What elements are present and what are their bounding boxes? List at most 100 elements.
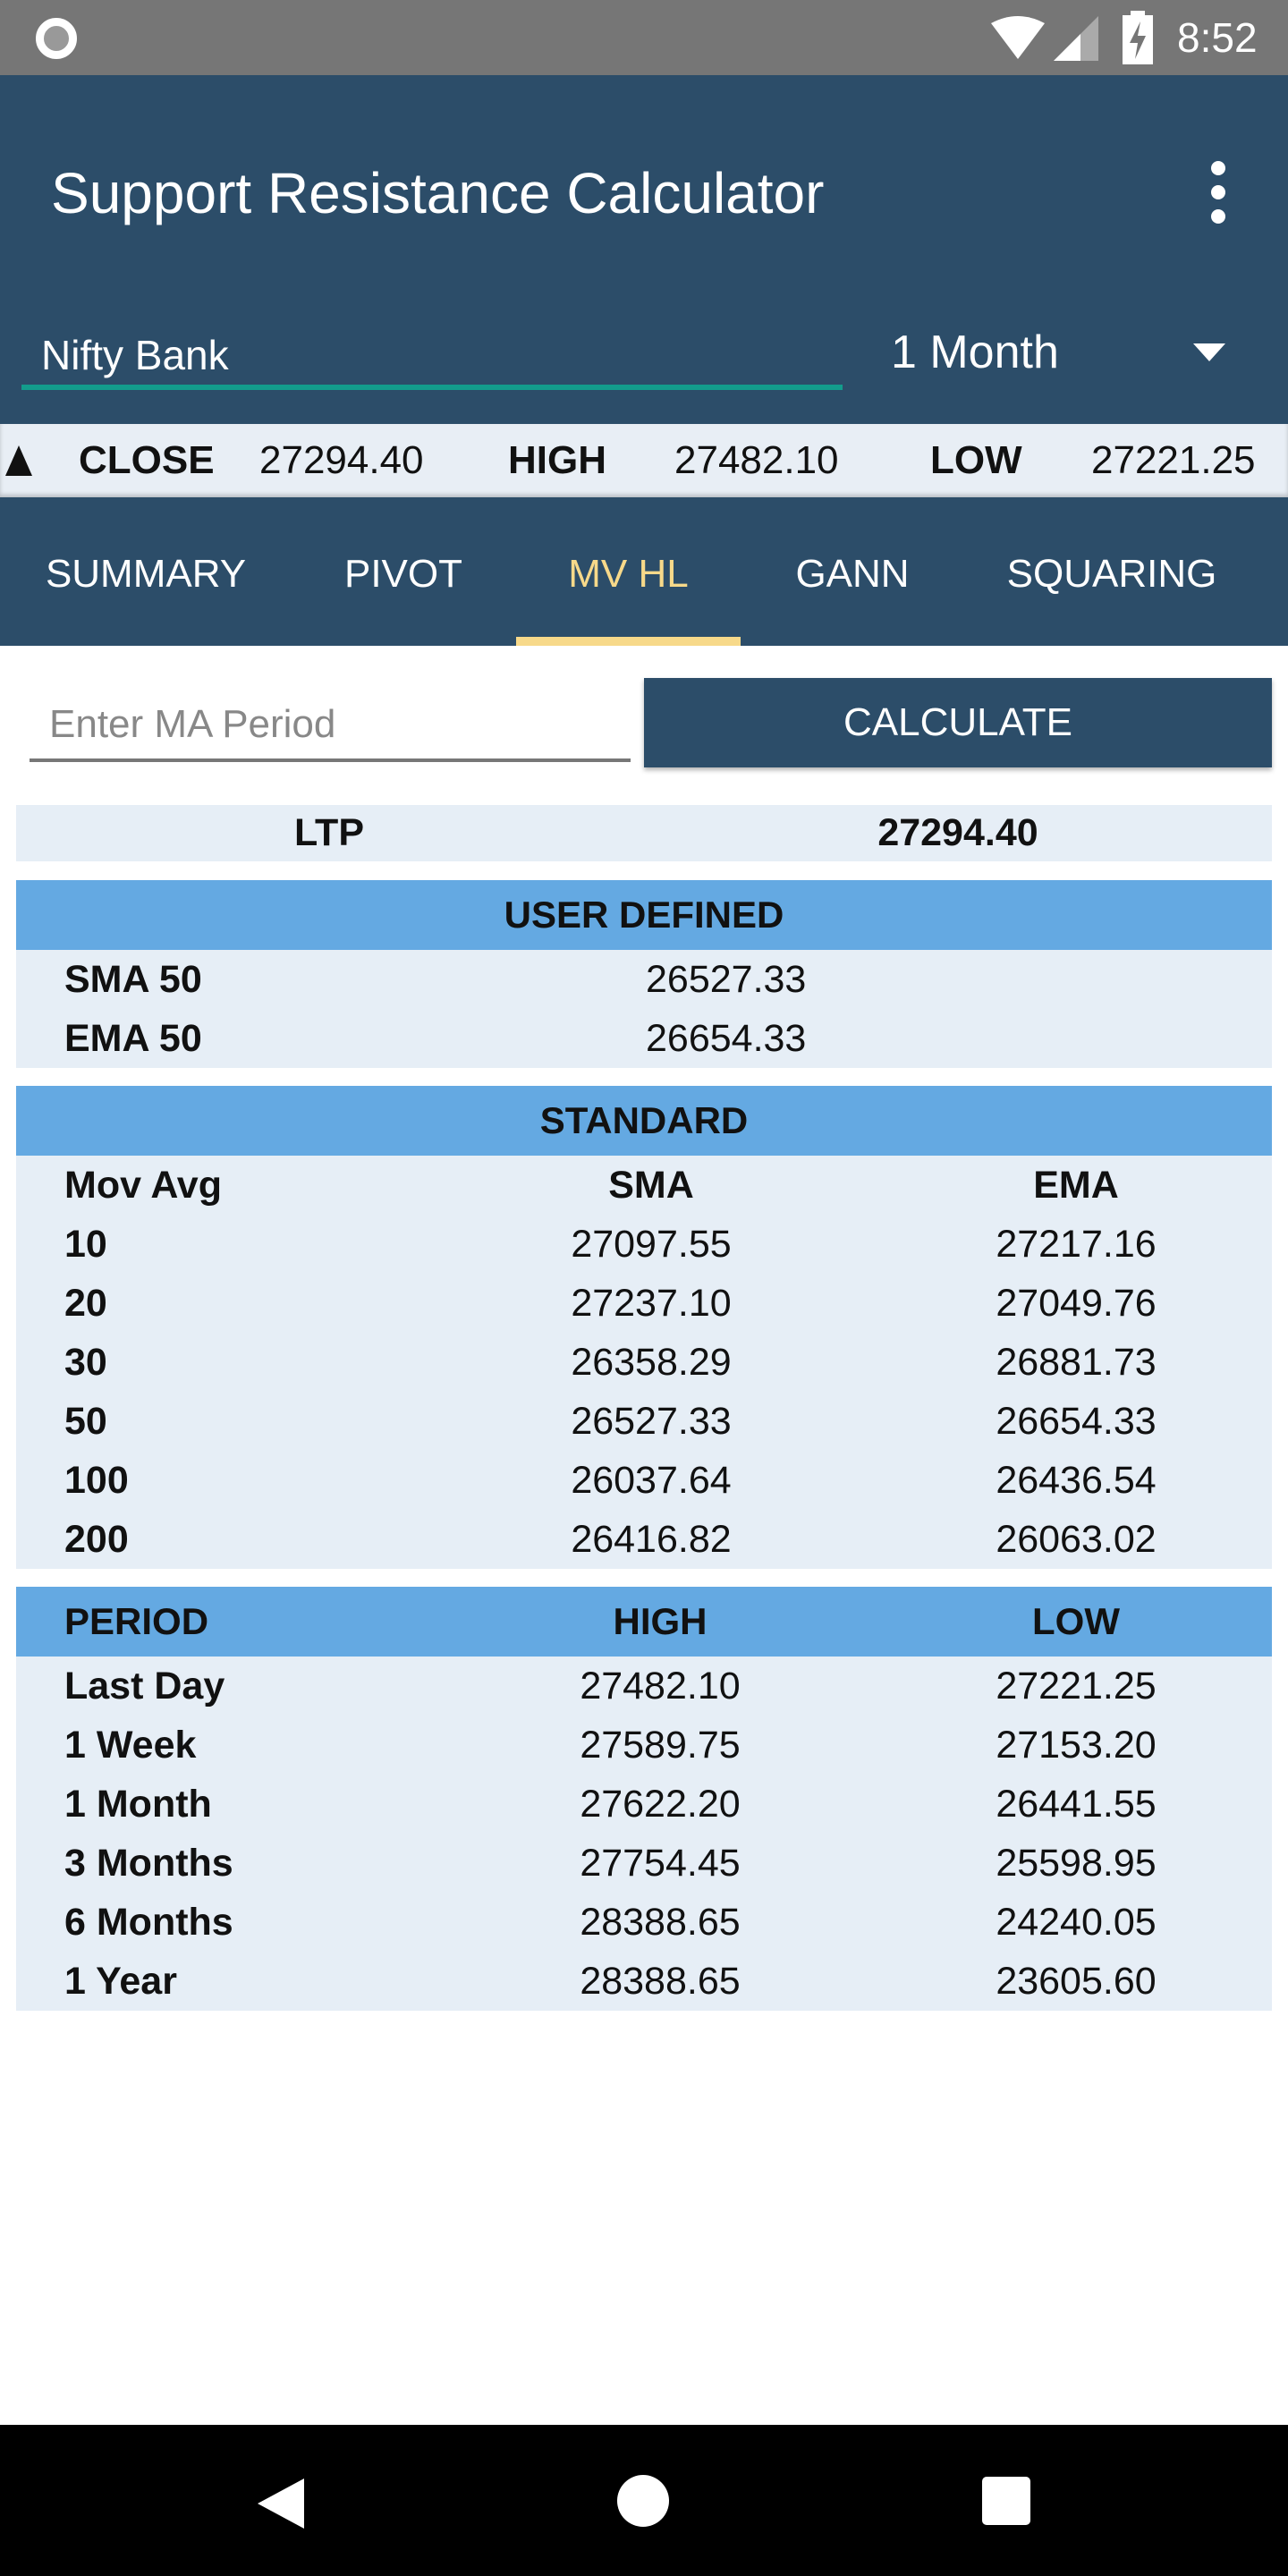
wifi-icon — [991, 16, 1045, 59]
high-value: 27482.10 — [674, 438, 839, 482]
cell-value: 26441.55 — [996, 1783, 1157, 1826]
row-label: 3 Months — [64, 1842, 233, 1885]
cell-value: 27217.16 — [996, 1223, 1157, 1266]
table-row: 50 26527.33 26654.33 — [16, 1392, 1272, 1451]
battery-charging-icon — [1123, 11, 1153, 64]
cell-value: 27221.25 — [996, 1665, 1157, 1707]
tab-squaring[interactable]: SQUARING — [948, 497, 1275, 646]
table-row: 1 Month 27622.20 26441.55 — [16, 1775, 1272, 1834]
cell-value: 27153.20 — [996, 1724, 1157, 1767]
cell-value: 27097.55 — [571, 1223, 732, 1266]
ma-period-input[interactable]: Enter MA Period — [30, 687, 631, 762]
back-icon[interactable] — [258, 2479, 304, 2529]
cell-value: 24240.05 — [996, 1901, 1157, 1944]
home-icon[interactable] — [617, 2475, 669, 2527]
period-dropdown[interactable]: 1 Month — [877, 317, 1252, 388]
table-row: 100 26037.64 26436.54 — [16, 1451, 1272, 1510]
column-header: HIGH — [613, 1600, 708, 1642]
recents-icon[interactable] — [982, 2477, 1030, 2525]
table-row: 20 27237.10 27049.76 — [16, 1274, 1272, 1333]
ma-period-placeholder: Enter MA Period — [49, 702, 336, 746]
standard-table: Mov Avg SMA EMA 10 27097.55 27217.16 20 27237.… — [16, 1156, 1272, 1569]
cell-value: 26358.29 — [571, 1341, 732, 1384]
calculate-button[interactable]: CALCULATE — [644, 678, 1272, 767]
table-row: 30 26358.29 26881.73 — [16, 1333, 1272, 1392]
row-value: 26654.33 — [646, 1017, 807, 1060]
row-label: EMA 50 — [64, 1017, 202, 1060]
column-header: LOW — [1032, 1600, 1120, 1642]
low-value: 27221.25 — [1091, 438, 1256, 482]
clock: 8:52 — [1177, 14, 1258, 61]
row-label: 6 Months — [64, 1901, 233, 1944]
more-options-icon[interactable] — [1208, 161, 1229, 224]
tab-pivot[interactable]: PIVOT — [292, 497, 515, 646]
row-label: 20 — [64, 1282, 107, 1325]
ltp-row: LTP 27294.40 — [16, 805, 1272, 861]
cell-value: 26654.33 — [996, 1400, 1157, 1443]
cell-value: 28388.65 — [580, 1960, 741, 2003]
cell-value: 27482.10 — [580, 1665, 741, 1707]
cell-value: 26527.33 — [571, 1400, 732, 1443]
chevron-down-icon — [1193, 343, 1225, 361]
table-row: 1 Week 27589.75 27153.20 — [16, 1716, 1272, 1775]
row-label: 10 — [64, 1223, 107, 1266]
row-label: 1 Year — [64, 1960, 177, 2003]
ltp-label: LTP — [293, 811, 365, 854]
cell-value: 26063.02 — [996, 1518, 1157, 1561]
table-row: 6 Months 28388.65 24240.05 — [16, 1893, 1272, 1952]
standard-title: STANDARD — [539, 1099, 749, 1141]
low-label: LOW — [930, 438, 1022, 482]
cell-value: 27622.20 — [580, 1783, 741, 1826]
user-defined-title: USER DEFINED — [504, 894, 784, 936]
user-defined-header: USER DEFINED — [16, 880, 1272, 950]
cell-value: 23605.60 — [996, 1960, 1157, 2003]
table-header-row: Mov Avg SMA EMA — [16, 1156, 1272, 1215]
cell-value: 27754.45 — [580, 1842, 741, 1885]
ltp-value: 27294.40 — [877, 811, 1038, 854]
symbol-input[interactable]: Nifty Bank — [21, 327, 843, 390]
column-header: SMA — [608, 1164, 694, 1207]
row-label: 100 — [64, 1459, 129, 1502]
table-row: 1 Year 28388.65 23605.60 — [16, 1952, 1272, 2011]
row-label: 1 Week — [64, 1724, 197, 1767]
cell-value: 26037.64 — [571, 1459, 732, 1502]
symbol-value: Nifty Bank — [41, 332, 229, 378]
row-label: SMA 50 — [64, 958, 202, 1001]
active-tab-indicator — [516, 637, 741, 646]
user-defined-table: SMA 50 26527.33 EMA 50 26654.33 — [16, 950, 1272, 1068]
row-label: 1 Month — [64, 1783, 212, 1826]
row-label: 200 — [64, 1518, 129, 1561]
row-value: 26527.33 — [646, 958, 807, 1001]
price-ticker: CLOSE 27294.40 HIGH 27482.10 LOW 27221.2… — [0, 424, 1288, 497]
column-header: Mov Avg — [64, 1164, 222, 1207]
notification-icon — [36, 18, 77, 59]
up-arrow-icon — [5, 445, 32, 476]
navigation-bar — [0, 2425, 1288, 2576]
table-row: EMA 50 26654.33 — [16, 1009, 1272, 1068]
tab-gann[interactable]: GANN — [741, 497, 964, 646]
row-label: Last Day — [64, 1665, 225, 1707]
row-label: 50 — [64, 1400, 107, 1443]
standard-header: STANDARD — [16, 1086, 1272, 1156]
close-label: CLOSE — [79, 438, 215, 482]
cell-value: 28388.65 — [580, 1901, 741, 1944]
close-value: 27294.40 — [259, 438, 424, 482]
signal-icon — [1054, 16, 1098, 61]
column-header: EMA — [1033, 1164, 1119, 1207]
row-label: 30 — [64, 1341, 107, 1384]
period-table: Last Day 27482.10 27221.25 1 Week 27589.75 27… — [16, 1657, 1272, 2011]
mv-hl-content: Enter MA Period CALCULATE LTP 27294.40 U… — [0, 646, 1288, 2425]
period-value: 1 Month — [891, 326, 1059, 378]
cell-value: 26881.73 — [996, 1341, 1157, 1384]
cell-value: 26416.82 — [571, 1518, 732, 1561]
column-header: PERIOD — [64, 1600, 209, 1642]
app-title: Support Resistance Calculator — [51, 161, 825, 225]
tab-summary[interactable]: SUMMARY — [0, 497, 292, 646]
status-bar: 8:52 — [0, 0, 1288, 75]
table-row: 3 Months 27754.45 25598.95 — [16, 1834, 1272, 1893]
high-label: HIGH — [508, 438, 606, 482]
cell-value: 27049.76 — [996, 1282, 1157, 1325]
tab-mv-hl[interactable]: MV HL — [516, 497, 741, 646]
tab-bar: SUMMARY PIVOT MV HL GANN SQUARING — [0, 497, 1288, 646]
cell-value: 27237.10 — [571, 1282, 732, 1325]
